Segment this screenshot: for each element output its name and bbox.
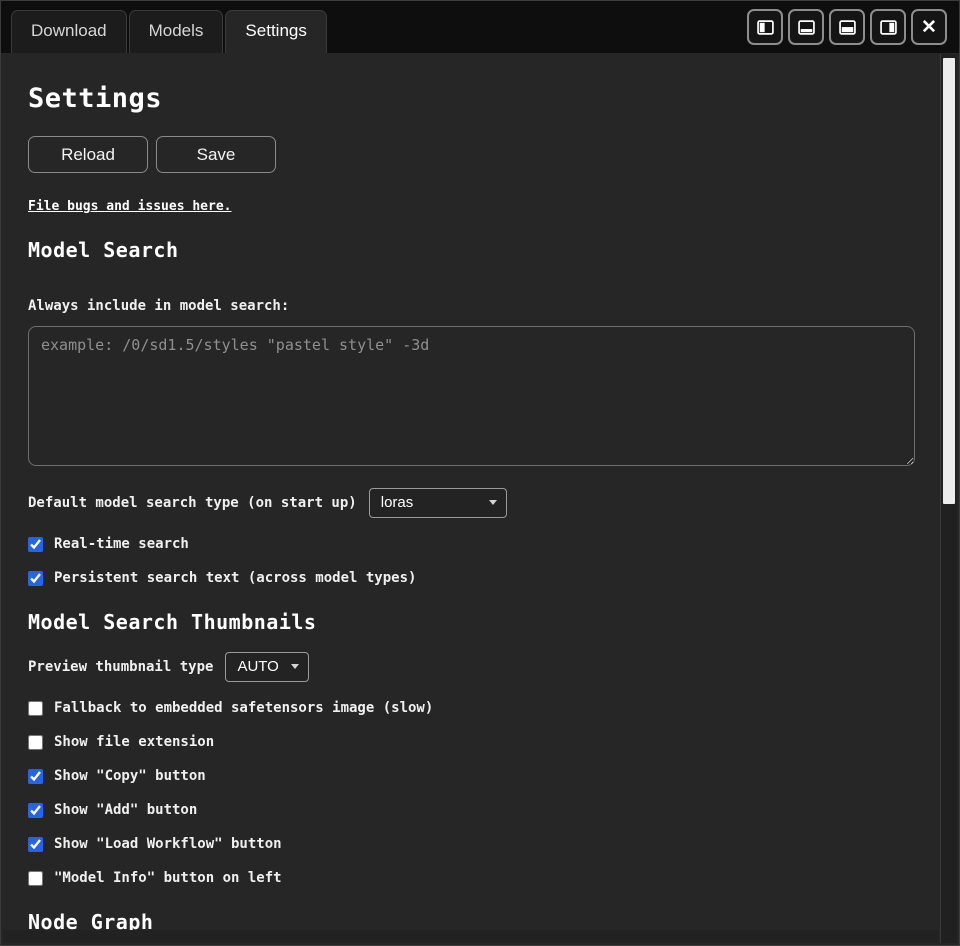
save-button[interactable]: Save — [156, 136, 276, 173]
checkbox-show-copy-button-label: Show "Copy" button — [54, 768, 206, 784]
tab-settings[interactable]: Settings — [225, 10, 326, 53]
vertical-scrollbar-track[interactable] — [940, 54, 957, 943]
checkbox-show-file-extension-label: Show file extension — [54, 734, 214, 750]
default-search-type-value: loras — [381, 494, 414, 511]
dock-bottom-panel-button[interactable] — [788, 9, 824, 45]
reload-button[interactable]: Reload — [28, 136, 148, 173]
horizontal-scrollbar-track[interactable] — [3, 930, 939, 943]
tab-bar: Download Models Settings — [1, 1, 959, 53]
checkbox-fallback-safetensors-label: Fallback to embedded safetensors image (… — [54, 700, 433, 716]
show-copy-button-row: Show "Copy" button — [28, 768, 915, 784]
persistent-search-row: Persistent search text (across model typ… — [28, 570, 915, 586]
settings-panel: Settings Reload Save File bugs and issue… — [1, 53, 959, 945]
dock-right-icon — [880, 19, 897, 36]
dock-bottom-panel-icon — [798, 19, 815, 36]
preview-thumbnail-type-select[interactable]: AUTO — [225, 652, 308, 682]
checkbox-show-load-workflow-label: Show "Load Workflow" button — [54, 836, 282, 852]
show-file-extension-row: Show file extension — [28, 734, 915, 750]
close-icon: ✕ — [921, 18, 937, 37]
vertical-scrollbar-thumb[interactable] — [943, 58, 955, 504]
realtime-search-row: Real-time search — [28, 536, 915, 552]
dock-left-button[interactable] — [747, 9, 783, 45]
dock-bottom-half-button[interactable] — [829, 9, 865, 45]
checkbox-show-add-button[interactable] — [28, 803, 43, 818]
preview-thumbnail-type-label: Preview thumbnail type — [28, 659, 213, 675]
always-include-label: Always include in model search: — [28, 298, 915, 314]
section-heading-model-search: Model Search — [28, 238, 915, 262]
dock-right-button[interactable] — [870, 9, 906, 45]
fallback-safetensors-row: Fallback to embedded safetensors image (… — [28, 700, 915, 716]
chevron-down-icon — [489, 500, 497, 505]
default-search-type-label: Default model search type (on start up) — [28, 495, 357, 511]
checkbox-show-load-workflow[interactable] — [28, 837, 43, 852]
default-search-type-select[interactable]: loras — [369, 488, 507, 518]
always-include-textarea[interactable] — [28, 326, 915, 466]
tab-download[interactable]: Download — [11, 10, 127, 53]
checkbox-persistent-search-label: Persistent search text (across model typ… — [54, 570, 416, 586]
chevron-down-icon — [291, 664, 299, 669]
preview-thumbnail-type-row: Preview thumbnail type AUTO — [28, 652, 915, 682]
model-manager-window: Download Models Settings — [0, 0, 960, 946]
checkbox-model-info-left-label: "Model Info" button on left — [54, 870, 282, 886]
action-button-row: Reload Save — [28, 136, 915, 173]
page-title: Settings — [28, 83, 915, 114]
tab-models[interactable]: Models — [129, 10, 224, 53]
checkbox-show-copy-button[interactable] — [28, 769, 43, 784]
default-search-type-row: Default model search type (on start up) … — [28, 488, 915, 518]
dock-left-icon — [757, 19, 774, 36]
checkbox-fallback-safetensors[interactable] — [28, 701, 43, 716]
checkbox-persistent-search[interactable] — [28, 571, 43, 586]
file-bugs-link[interactable]: File bugs and issues here. — [28, 199, 232, 214]
checkbox-show-add-button-label: Show "Add" button — [54, 802, 197, 818]
model-info-left-row: "Model Info" button on left — [28, 870, 915, 886]
checkbox-show-file-extension[interactable] — [28, 735, 43, 750]
tab-list: Download Models Settings — [11, 10, 329, 53]
window-controls: ✕ — [747, 9, 947, 45]
close-button[interactable]: ✕ — [911, 9, 947, 45]
checkbox-model-info-left[interactable] — [28, 871, 43, 886]
checkbox-realtime-search[interactable] — [28, 537, 43, 552]
checkbox-realtime-search-label: Real-time search — [54, 536, 189, 552]
show-add-button-row: Show "Add" button — [28, 802, 915, 818]
section-heading-thumbnails: Model Search Thumbnails — [28, 610, 915, 634]
show-load-workflow-row: Show "Load Workflow" button — [28, 836, 915, 852]
dock-bottom-half-icon — [839, 19, 856, 36]
preview-thumbnail-type-value: AUTO — [237, 658, 278, 675]
